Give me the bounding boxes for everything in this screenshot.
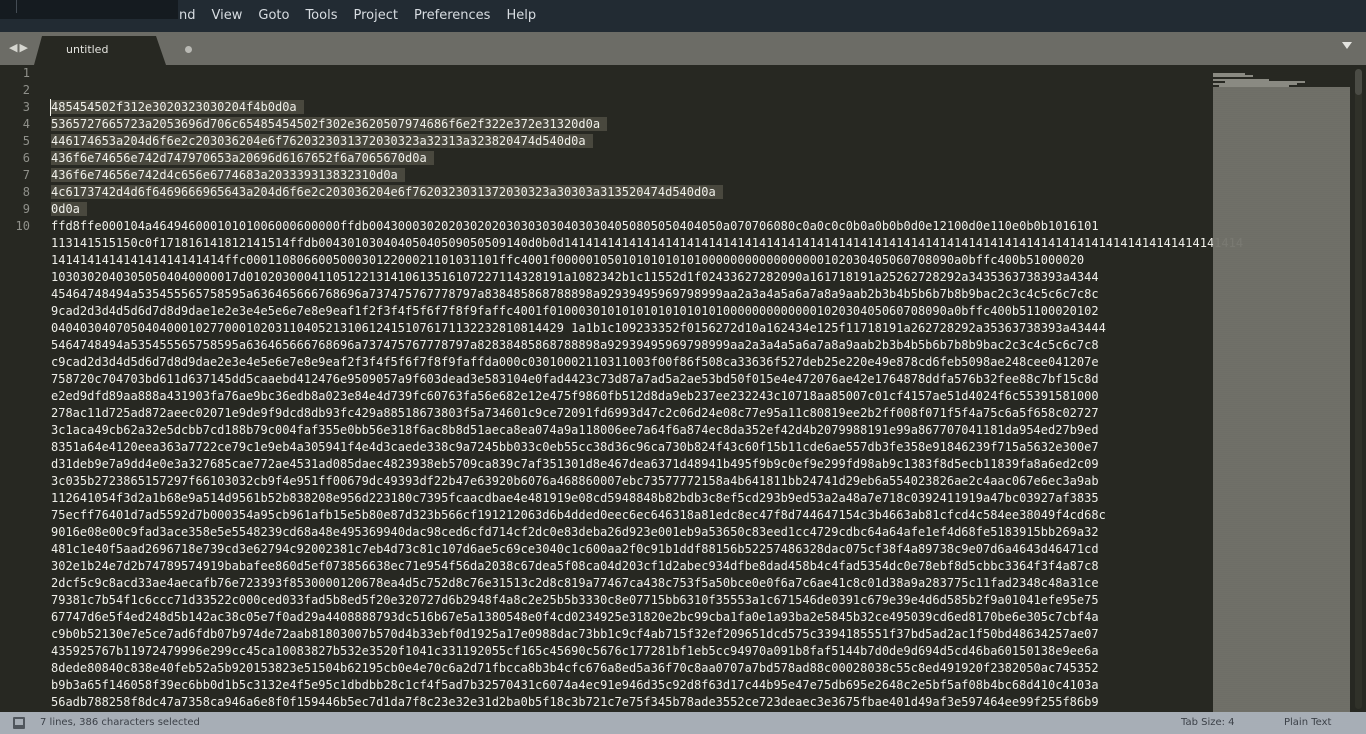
syntax-selector[interactable]: Plain Text <box>1284 712 1331 734</box>
wrapped-row: 758720c704703bd611d637145dd5caaebd412476… <box>51 372 1099 386</box>
wrapped-row: 112641054f3d2a1b68e9a514d9561b52b838208e… <box>51 491 1099 505</box>
code-line[interactable]: 436f6e74656e742d4c656e6774683a2033393138… <box>51 167 1216 184</box>
tab-bar: ◀▶ <box>0 32 1366 65</box>
line-number: 6 <box>22 151 30 165</box>
code-line[interactable]: 485454502f312e3020323030204f4b0d0a <box>51 99 1216 116</box>
minimap[interactable] <box>1213 69 1350 712</box>
tab-title[interactable]: untitled <box>66 43 108 56</box>
menu-help[interactable]: Help <box>498 0 544 32</box>
wrapped-row: 278ac11d725ad872aeec02071e9de9f9dcd8db93… <box>51 406 1099 420</box>
code-line[interactable]: 436f6e74656e742d747970653a20696d6167652f… <box>51 150 1216 167</box>
panel-toggle-icon[interactable] <box>13 717 25 729</box>
menu-view[interactable]: View <box>204 0 251 32</box>
line-number: 1 <box>22 66 30 80</box>
line-text: 436f6e74656e742d747970653a20696d6167652f… <box>51 151 434 165</box>
menu-preferences[interactable]: Preferences <box>406 0 498 32</box>
tab-nav-arrows-icon[interactable]: ◀▶ <box>9 41 30 54</box>
code-line[interactable]: 446174653a204d6f6e2c203036204e6f76203230… <box>51 133 1216 150</box>
menu-project[interactable]: Project <box>345 0 405 32</box>
wrapped-row: 141414141414141414141414ffc0001108066005… <box>51 253 1085 267</box>
wrapped-row: 3c035b2723865157297f66103032cb9f4e951ff0… <box>51 474 1099 488</box>
wrapped-row: 8dede80840c838e40feb52a5b920153823e51504… <box>51 661 1099 675</box>
wrapped-row: 79381c7b54f1c6ccc71d33522c000ced033fad5b… <box>51 593 1099 607</box>
wrapped-row: d31deb9e7a9dd4e0e3a327685cae772ae4531ad0… <box>51 457 1099 471</box>
wrapped-row: ffd8ffe000104a46494600010101006000600000… <box>51 219 1099 233</box>
line-number-gutter: 1 2 3 4 5 6 7 8 9 10 <box>0 65 36 235</box>
line-number: 7 <box>22 168 30 182</box>
code-line[interactable] <box>51 82 1216 99</box>
tab-size-selector[interactable]: Tab Size: 4 <box>1181 712 1235 734</box>
wrapped-row: b9b3a65f146058f39ec6bb0d1b5c3132e4f5e95c… <box>51 678 1099 692</box>
wrapped-row: c9cad2d3d4d5d6d7d8d9dae2e3e4e5e6e7e8e9ea… <box>51 355 1099 369</box>
line-number: 9 <box>22 202 30 216</box>
line-number: 8 <box>22 185 30 199</box>
text-buffer[interactable]: 485454502f312e3020323030204f4b0d0a 536572… <box>51 65 1244 711</box>
scrollbar-thumb[interactable] <box>1355 69 1362 95</box>
status-bar: 7 lines, 386 characters selected Tab Siz… <box>0 712 1366 734</box>
wrapped-row: 113141515150c0f171816141812141514ffdb004… <box>51 236 1244 250</box>
overlay-window-fragment <box>0 0 178 19</box>
wrapped-row: 3c1aca49cb62a32e5dcbb7cd188b79c004faf355… <box>51 423 1099 437</box>
minimap-line <box>1213 75 1253 77</box>
wrapped-row: 56adb788258f8dc47a7358ca946a6e8f0f159446… <box>51 695 1099 709</box>
vertical-scrollbar[interactable] <box>1355 69 1362 709</box>
minimap-header-lines <box>1213 69 1350 87</box>
line-number: 2 <box>22 83 30 97</box>
wrapped-row: 67747d6e5f4ed248d5b142ac38c05e7f0ad29a44… <box>51 610 1099 624</box>
wrapped-row: 481c1e40f5aad2696718e739cd3e62794c920023… <box>51 542 1099 556</box>
code-line[interactable] <box>51 65 1216 82</box>
menu-bar: FileEditSelectionFindViewGotoToolsProjec… <box>0 0 1366 32</box>
wrapped-row: c9b0b52130e7e5ce7ad6fdb07b974de72aab8180… <box>51 627 1099 641</box>
line-text: 0d0a <box>51 202 87 216</box>
line-number: 5 <box>22 134 30 148</box>
line-text: 485454502f312e3020323030204f4b0d0a <box>51 100 304 114</box>
code-line[interactable]: 5365727665723a2053696d706c65485454502f30… <box>51 116 1216 133</box>
code-line[interactable]: 4c6173742d4d6f6469666965643a204d6f6e2c20… <box>51 184 1216 201</box>
minimap-line <box>1219 85 1289 87</box>
tab-list-dropdown-icon[interactable] <box>1342 42 1352 49</box>
text-cursor <box>50 99 51 116</box>
line-text: 446174653a204d6f6e2c203036204e6f76203230… <box>51 134 593 148</box>
line-number: 3 <box>22 100 30 114</box>
code-line-10[interactable]: ffd8ffe000104a46494600010101006000600000… <box>51 218 1244 711</box>
wrapped-row: e2ed9dfd89aa888a431903fa76ae9bc36edb8a02… <box>51 389 1099 403</box>
wrapped-row: 302e1b24e7d2b74789574919babafee860d5ef07… <box>51 559 1099 573</box>
line-number: 10 <box>15 219 30 233</box>
selection-status: 7 lines, 386 characters selected <box>40 717 200 728</box>
unsaved-dot-icon[interactable] <box>185 46 192 53</box>
editor-area[interactable]: 1 2 3 4 5 6 7 8 9 10 485454502f312e3020323030204f… <box>0 65 1366 712</box>
line-text: 5365727665723a2053696d706c65485454502f30… <box>51 117 608 131</box>
wrapped-row: 0404030407050404000102770001020311040521… <box>51 321 1106 335</box>
wrapped-row: 10303020403050504040000017d0102030004110… <box>51 270 1099 284</box>
line-text: 4c6173742d4d6f6469666965643a204d6f6e2c20… <box>51 185 723 199</box>
wrapped-row: 9016e08e00c9fad3ace358e5e5548239cd68a48e… <box>51 525 1099 539</box>
wrapped-row: 5464748494a535455565758595a6364656667686… <box>51 338 1099 352</box>
wrapped-row: 45464748494a535455565758595a636465666768… <box>51 287 1099 301</box>
line-text: 436f6e74656e742d4c656e6774683a2033393138… <box>51 168 405 182</box>
line-number: 4 <box>22 117 30 131</box>
wrapped-row: 435925767b11972479996e299cc45ca10083827b… <box>51 644 1099 658</box>
menu-goto[interactable]: Goto <box>250 0 297 32</box>
wrapped-row: 9cad2d3d4d5d6d7d8d9dae1e2e3e4e5e6e7e8e9e… <box>51 304 1099 318</box>
wrapped-row: 8351a64e4120eea363a7722ce79c1e9eb4a30594… <box>51 440 1099 454</box>
wrapped-row: 75ecff76401d7ad5592d7b000354a95cb961afb1… <box>51 508 1106 522</box>
code-line[interactable]: 0d0a <box>51 201 1216 218</box>
menu-tools[interactable]: Tools <box>297 0 345 32</box>
wrapped-row: 2dcf5c9c8acd33ae4aecafb76e723393f8530000… <box>51 576 1099 590</box>
